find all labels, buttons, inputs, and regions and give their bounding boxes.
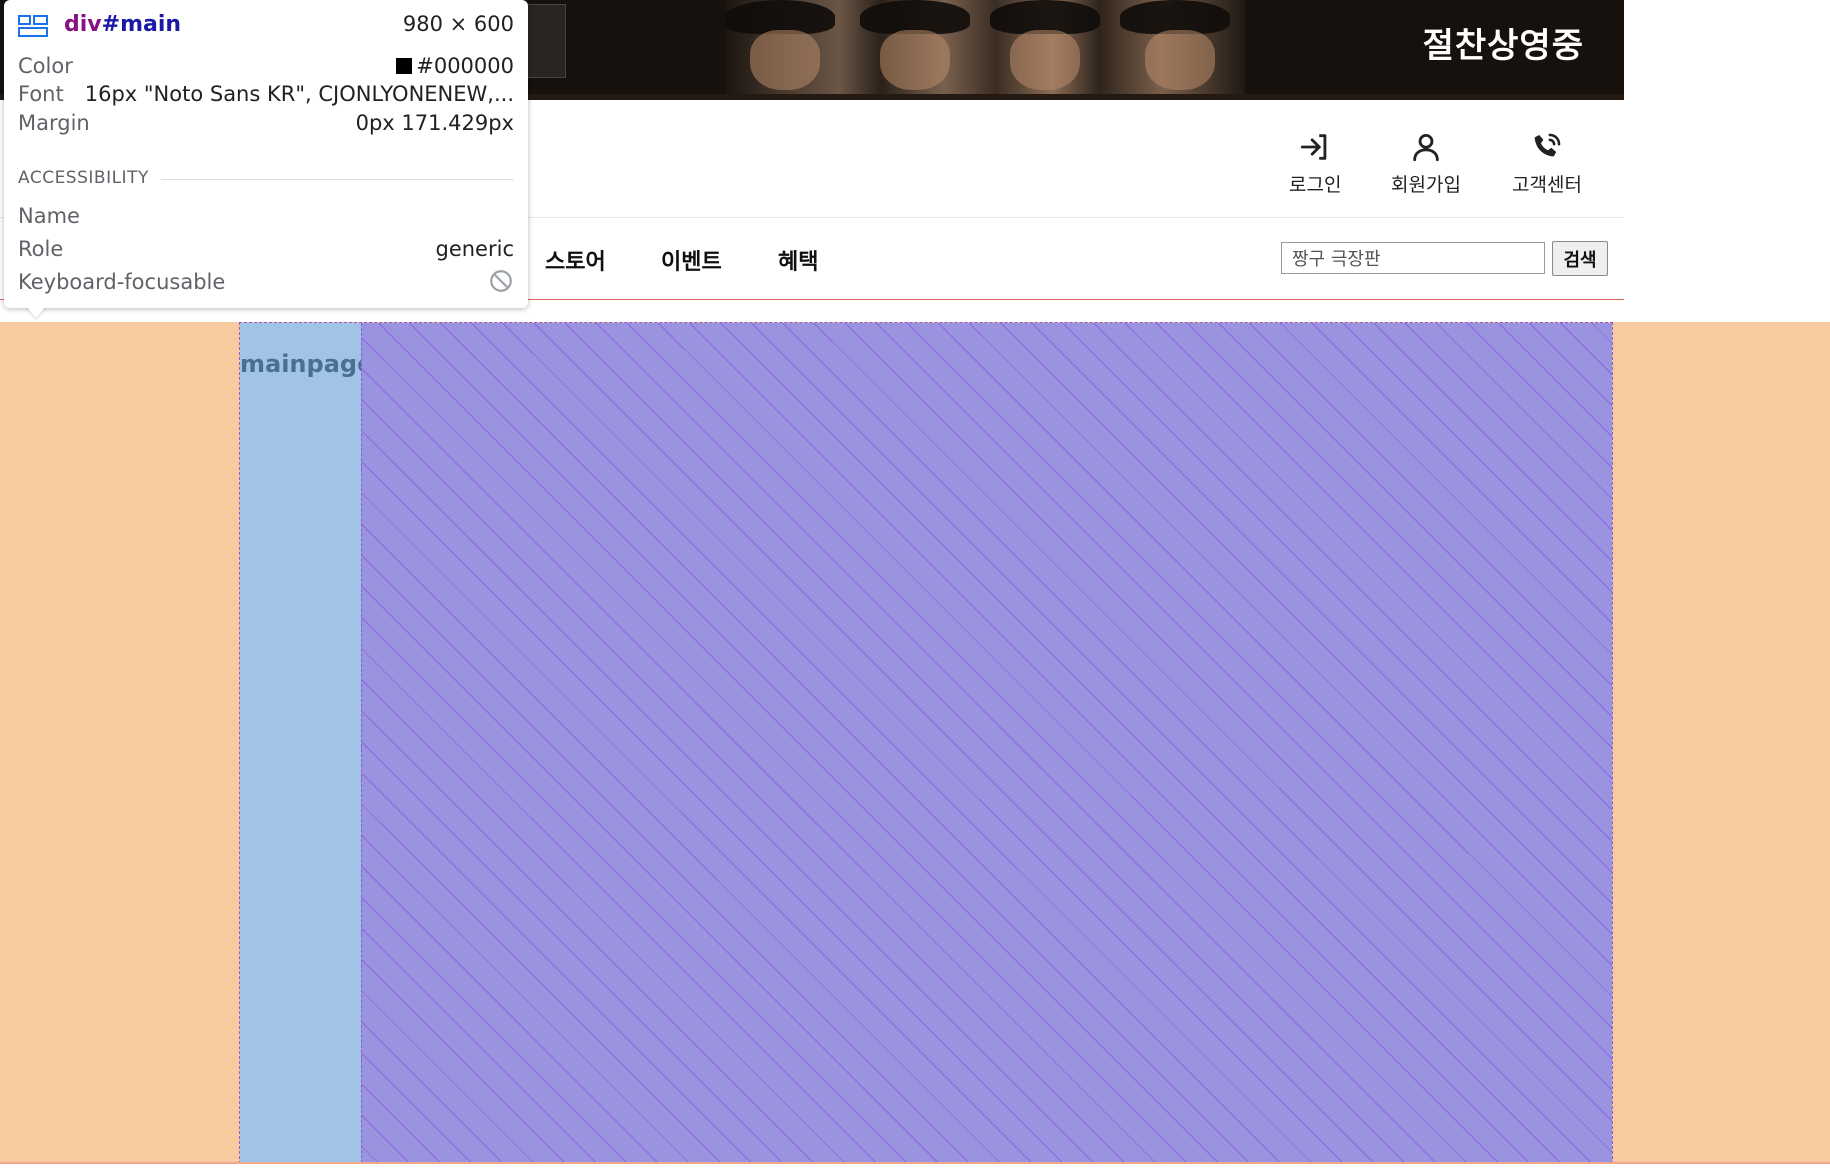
customer-center-label: 고객센터 (1512, 174, 1582, 196)
nav-item-store[interactable]: 스토어 (545, 244, 606, 276)
customer-center-link[interactable]: 고객센터 (1512, 130, 1582, 197)
login-link[interactable]: 로그인 (1289, 130, 1341, 197)
banner-figure-hat (1120, 0, 1230, 34)
element-dimensions: 980 × 600 (402, 12, 514, 36)
phone-icon (1534, 133, 1561, 157)
devtools-inspect-tooltip: div#main 980 × 600 Color #000000 Font 16… (4, 0, 528, 308)
user-icon (1413, 133, 1439, 162)
search-button[interactable]: 검색 (1552, 241, 1608, 276)
role-value: generic (435, 237, 515, 261)
main-box-outline (239, 322, 1613, 1164)
signup-link[interactable]: 회원가입 (1391, 130, 1461, 197)
color-value: #000000 (416, 54, 514, 78)
banner-figure-face (750, 30, 820, 90)
login-label: 로그인 (1289, 174, 1342, 196)
nav-item-event[interactable]: 이벤트 (661, 244, 722, 276)
tooltip-header: div#main 980 × 600 (18, 12, 514, 42)
banner-text: 절찬상영중 (1422, 26, 1584, 66)
search-input[interactable] (1281, 242, 1545, 274)
not-allowed-icon (490, 270, 512, 292)
element-icon (18, 15, 48, 37)
login-icon (1301, 134, 1327, 160)
banner-figure-hat (990, 0, 1100, 34)
font-value: 16px "Noto Sans KR", CJONLYONENEW,... (84, 82, 514, 106)
accessibility-title: ACCESSIBILITY (18, 168, 161, 188)
tooltip-pointer (26, 306, 46, 318)
element-selector: div#main (64, 12, 182, 37)
signup-label: 회원가입 (1391, 174, 1461, 196)
nav-item-benefit[interactable]: 혜택 (778, 244, 818, 276)
banner-figure-face (1145, 30, 1215, 90)
accessibility-section: ACCESSIBILITY (18, 168, 514, 188)
banner-figure-hat (860, 0, 970, 34)
banner-photo (725, 0, 1245, 100)
banner-figure-face (1010, 30, 1080, 90)
color-swatch (396, 58, 413, 74)
margin-value: 0px 171.429px (355, 111, 514, 135)
bottom-edge (0, 1162, 1830, 1164)
banner-figure-face (880, 30, 950, 90)
banner-figure-hat (725, 0, 835, 34)
